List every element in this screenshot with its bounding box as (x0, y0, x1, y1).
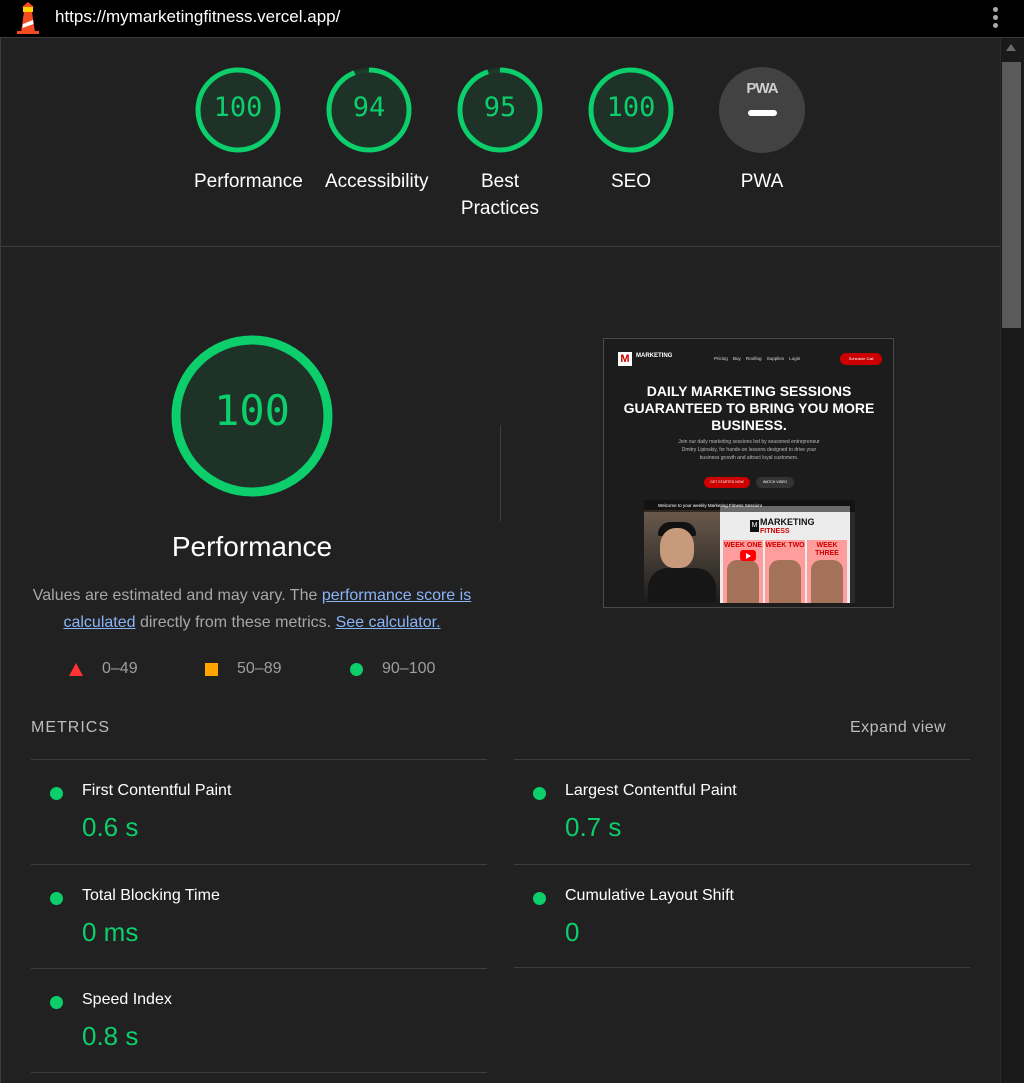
metric-divider (31, 1072, 487, 1073)
metric-divider (514, 967, 970, 968)
week-panel: WEEK TWO (765, 540, 805, 603)
see-calculator-link[interactable]: See calculator. (336, 614, 441, 631)
metric-divider (514, 864, 970, 865)
scroll-up-arrow-icon[interactable] (1006, 44, 1016, 51)
lighthouse-icon (17, 2, 39, 34)
gauge-label: Accessibility (325, 171, 429, 192)
video-title: Welcome to your weekly Marketing Fitness… (644, 500, 855, 512)
frame-border (0, 38, 1, 1083)
screenshot-brand: MARKETING (636, 353, 673, 359)
fail-triangle-icon (69, 663, 83, 676)
vertical-divider (500, 425, 501, 521)
metric-total-blocking-time: Total Blocking Time 0 ms (31, 885, 471, 965)
gauge-performance[interactable]: 100 Performance (194, 66, 303, 195)
gauge-score: 95 (483, 92, 517, 123)
screenshot-subtext: Join our daily marketing sessions led by… (678, 439, 820, 461)
pass-circle-icon (533, 787, 546, 800)
metric-name: Speed Index (82, 991, 172, 1008)
section-divider (1, 246, 1000, 247)
metric-largest-contentful-paint: Largest Contentful Paint 0.7 s (514, 780, 954, 860)
gauge-score: 100 (606, 92, 656, 123)
video-host-image (644, 510, 720, 603)
average-square-icon (205, 663, 218, 676)
screenshot-headline: DAILY MARKETING SESSIONS GUARANTEED TO B… (623, 383, 875, 433)
week-label: WEEK ONE (723, 542, 763, 549)
screenshot-video: M MARKETING FITNESS WEEK ONE WEEK TWO WE… (644, 500, 855, 603)
metrics-heading: METRICS (31, 719, 110, 736)
performance-description: Values are estimated and may vary. The p… (30, 582, 474, 636)
metric-value: 0.8 s (82, 1021, 139, 1051)
page-url: https://mymarketingfitness.vercel.app/ (55, 7, 341, 26)
card-logo-icon: M (750, 520, 759, 532)
kebab-menu-icon[interactable] (990, 5, 1000, 31)
gauge-label: PWA (740, 171, 784, 192)
gauge-best-practices[interactable]: 95 Best Practices (456, 66, 544, 222)
gauge-seo[interactable]: 100 SEO (587, 66, 675, 195)
metric-cumulative-layout-shift: Cumulative Layout Shift 0 (514, 885, 954, 965)
screenshot-cta: Schedule Call (840, 353, 882, 365)
pwa-badge-icon: PWA (746, 80, 778, 97)
week-label: WEEK TWO (765, 542, 805, 549)
desc-text: directly from these metrics. (135, 614, 336, 631)
week-label: WEEK THREE (815, 542, 839, 557)
scrollbar-thumb[interactable] (1002, 62, 1021, 328)
metric-name: Cumulative Layout Shift (565, 887, 734, 904)
legend-fail: 0–49 (102, 660, 138, 677)
pass-circle-icon (50, 787, 63, 800)
gauge-label: Performance (194, 171, 303, 192)
performance-title: Performance (171, 531, 333, 562)
performance-score: 100 (214, 386, 290, 435)
expand-view-button[interactable]: Expand view (850, 719, 946, 737)
browser-bar: https://mymarketingfitness.vercel.app/ (0, 0, 1024, 38)
metric-divider (31, 864, 487, 865)
legend-average: 50–89 (237, 660, 282, 677)
metric-name: Total Blocking Time (82, 887, 220, 904)
metric-divider (31, 968, 487, 969)
metric-speed-index: Speed Index 0.8 s (31, 989, 471, 1069)
play-icon (740, 550, 756, 561)
gauge-score: 94 (352, 92, 386, 123)
brand-logo-icon: M (618, 352, 632, 366)
metric-name: Largest Contentful Paint (565, 782, 737, 799)
screenshot-primary-button: GET STARTED NOW (704, 477, 750, 488)
card-subtitle: FITNESS (760, 528, 790, 535)
pass-circle-icon (350, 663, 363, 676)
desc-text: Values are estimated and may vary. The (32, 587, 322, 604)
metric-divider (31, 759, 487, 760)
pass-circle-icon (533, 892, 546, 905)
metric-first-contentful-paint: First Contentful Paint 0.6 s (31, 780, 471, 860)
screenshot-secondary-button: WATCH VIDEO (756, 477, 794, 488)
gauge-label: Best Practices (460, 171, 540, 219)
metric-name: First Contentful Paint (82, 782, 232, 799)
pwa-dash-icon (748, 110, 777, 116)
metric-divider (514, 759, 970, 760)
gauge-accessibility[interactable]: 94 Accessibility (325, 66, 429, 195)
gauge-pwa[interactable]: PWA PWA (718, 66, 806, 195)
screenshot-nav-links: Pricing Buy Roofing Supplies Login (714, 356, 801, 361)
metric-value: 0.7 s (565, 812, 622, 842)
legend-pass: 90–100 (382, 660, 436, 677)
metric-value: 0 ms (82, 917, 139, 947)
pass-circle-icon (50, 996, 63, 1009)
metric-value: 0 (565, 917, 580, 947)
pass-circle-icon (50, 892, 63, 905)
week-panel: WEEK THREE (807, 540, 847, 603)
gauge-label: SEO (610, 171, 652, 192)
card-title: MARKETING (760, 517, 815, 527)
screenshot-nav: M MARKETING Pricing Buy Roofing Supplies… (614, 349, 884, 369)
final-screenshot[interactable]: M MARKETING Pricing Buy Roofing Supplies… (603, 338, 894, 608)
metric-value: 0.6 s (82, 812, 139, 842)
gauge-score: 100 (213, 92, 263, 123)
